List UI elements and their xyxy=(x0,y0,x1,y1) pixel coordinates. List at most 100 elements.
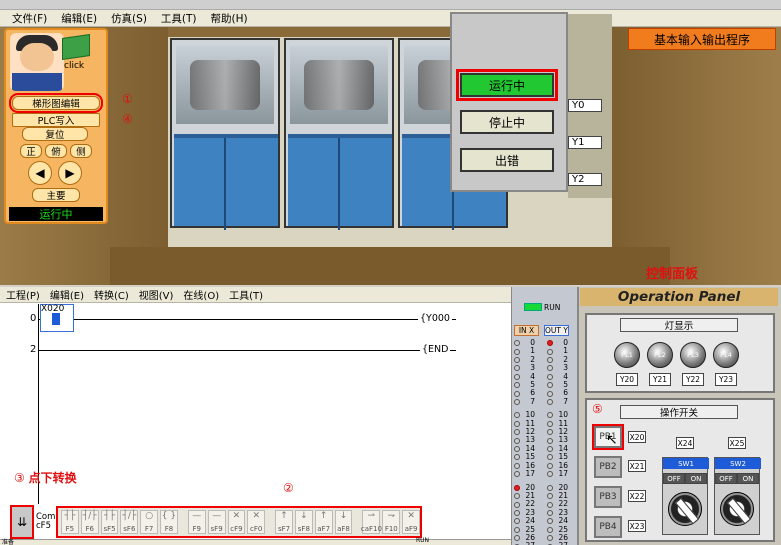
menu-simulate[interactable]: 仿真(S) xyxy=(111,11,147,26)
ladder-edit-button[interactable]: 梯形图编辑 xyxy=(9,93,103,113)
output-led xyxy=(547,446,553,453)
lamp-tag: Y21 xyxy=(649,373,671,386)
toolbar-symbol-button[interactable]: ↑ aF7 xyxy=(314,510,333,534)
menu-file[interactable]: 文件(F) xyxy=(12,11,47,26)
toolbar-symbol-button[interactable]: — sF9 xyxy=(207,510,226,534)
toolbar-symbol-button[interactable]: ┤/├ sF6 xyxy=(120,510,139,534)
toolbar-symbol-button[interactable]: ✕ cF0 xyxy=(247,510,266,534)
menu-view[interactable]: 视图(V) xyxy=(139,287,174,302)
push-button-pb3[interactable]: PB3 xyxy=(594,486,622,508)
view-front-button[interactable]: 正 xyxy=(20,144,42,158)
toolbar-symbol-button[interactable]: ⇁ F10 xyxy=(382,510,401,534)
input-led xyxy=(514,429,520,436)
ladder-symbol-icon: ↑ xyxy=(319,511,328,521)
button-tag: X23 xyxy=(628,520,646,532)
shortcut-key-label: sF5 xyxy=(103,525,116,533)
switch-label: SW1 xyxy=(663,458,709,469)
menu-convert[interactable]: 转换(C) xyxy=(94,287,129,302)
book-icon[interactable] xyxy=(62,34,90,60)
knob-icon[interactable] xyxy=(668,492,702,526)
step-number: 0 xyxy=(30,313,37,324)
ladder-symbol-icon: ┤├ xyxy=(104,511,115,521)
menu-edit[interactable]: 编辑(E) xyxy=(61,11,97,26)
io-list: 0 0 1 1 2 2 3 3 4 4 5 5 6 6 7 7 10 10 11 11 12 12 13 13 14 14 15 15… xyxy=(514,338,574,545)
push-button-pb2[interactable]: PB2 xyxy=(594,456,622,478)
toolbar-symbol-button[interactable]: ↑ sF7 xyxy=(275,510,293,534)
ladder-rung-2 xyxy=(38,350,456,351)
view-top-button[interactable]: 俯 xyxy=(45,144,67,158)
menu-online[interactable]: 在线(O) xyxy=(183,287,219,302)
plc-write-button[interactable]: PLC写入 xyxy=(12,113,100,127)
menu-edit[interactable]: 编辑(E) xyxy=(50,287,84,302)
teacher-avatar xyxy=(10,33,64,91)
ladder-symbol-icon: — xyxy=(192,511,202,521)
lamp-tag: Y23 xyxy=(715,373,737,386)
machine-unit-1 xyxy=(170,38,280,230)
toolbar-symbol-button[interactable]: ↓ aF8 xyxy=(334,510,353,534)
selector-switch-sw1[interactable]: SW1 OFF ON xyxy=(662,457,709,535)
selector-switch-sw2[interactable]: SW2 OFF ON xyxy=(714,457,761,535)
input-led xyxy=(514,462,520,469)
shortcut-key-label: aF7 xyxy=(317,525,331,533)
input-led xyxy=(514,446,520,453)
coil-y000[interactable]: {Y000 xyxy=(418,313,452,324)
title-bar-strip xyxy=(0,0,781,10)
lamp-tag-y2: Y2 xyxy=(568,173,602,186)
toolbar-symbol-button[interactable]: ┤├ sF5 xyxy=(100,510,119,534)
prev-arrow-icon[interactable]: ◀ xyxy=(28,161,52,185)
output-led xyxy=(547,340,553,347)
toolbar-symbol-button[interactable]: ✕ aF9 xyxy=(402,510,420,534)
io-row: 77 xyxy=(514,396,574,406)
menu-project[interactable]: 工程(P) xyxy=(6,287,40,302)
next-arrow-icon[interactable]: ▶ xyxy=(58,161,82,185)
toolbar-symbol-button[interactable]: ↓ sF8 xyxy=(294,510,313,534)
annotation-3: ③ 点下转换 xyxy=(14,471,77,485)
shortcut-key-label: sF8 xyxy=(297,525,310,533)
input-led xyxy=(514,348,520,355)
output-led xyxy=(547,454,553,461)
output-led xyxy=(547,518,553,525)
input-led xyxy=(514,471,520,478)
pilot-lamp-1: PL1 xyxy=(614,342,640,368)
menu-tools[interactable]: 工具(T) xyxy=(161,11,197,26)
toolbar-symbol-button[interactable]: ○ F7 xyxy=(140,510,159,534)
button-tag: X21 xyxy=(628,460,646,472)
toolbar-symbol-button[interactable]: ⇀ caF10 xyxy=(361,510,382,534)
reset-button[interactable]: 复位 xyxy=(22,127,88,141)
convert-button[interactable]: ⇊ xyxy=(10,505,34,539)
output-led xyxy=(547,437,553,444)
input-x-header: IN X xyxy=(514,325,539,336)
output-led xyxy=(547,399,553,406)
shortcut-key-label: cF9 xyxy=(230,525,243,533)
run-status-display: 运行中 xyxy=(9,207,103,221)
ladder-symbol-icon: { } xyxy=(161,511,177,521)
end-instruction[interactable]: {END xyxy=(420,344,451,355)
toolbar-symbol-button[interactable]: — F9 xyxy=(187,510,206,534)
shortcut-key-label: aF8 xyxy=(337,525,350,533)
shortcut-key-label: F5 xyxy=(65,525,75,533)
annotation-4: ④ xyxy=(122,112,133,126)
lamp-stopped: 停止中 xyxy=(460,110,554,134)
push-button-pb4[interactable]: PB4 xyxy=(594,516,622,538)
toolbar-symbol-button[interactable]: ✕ cF9 xyxy=(227,510,246,534)
toolbar-symbol-button[interactable]: ┤/├ F6 xyxy=(80,510,99,534)
output-number: 17 xyxy=(558,469,568,479)
editor-status-bar: 准备 RUN xyxy=(0,537,511,545)
view-side-button[interactable]: 侧 xyxy=(70,144,92,158)
input-led xyxy=(514,518,520,525)
output-led xyxy=(547,526,553,533)
switch-label: SW2 xyxy=(715,458,761,469)
input-led xyxy=(514,493,520,500)
ladder-symbol-icon: ┤/├ xyxy=(82,511,97,521)
knob-icon[interactable] xyxy=(720,492,754,526)
output-led xyxy=(547,462,553,469)
toolbar-symbol-button[interactable]: { } F8 xyxy=(160,510,178,534)
output-led xyxy=(547,429,553,436)
lamp-tag: Y20 xyxy=(616,373,638,386)
output-number: 7 xyxy=(563,396,568,406)
menu-tools[interactable]: 工具(T) xyxy=(229,287,263,302)
lamp-tag-y0: Y0 xyxy=(568,99,602,112)
main-button[interactable]: 主要 xyxy=(32,188,80,202)
toolbar-symbol-button[interactable]: ┤├ F5 xyxy=(61,510,79,534)
menu-help[interactable]: 帮助(H) xyxy=(211,11,248,26)
